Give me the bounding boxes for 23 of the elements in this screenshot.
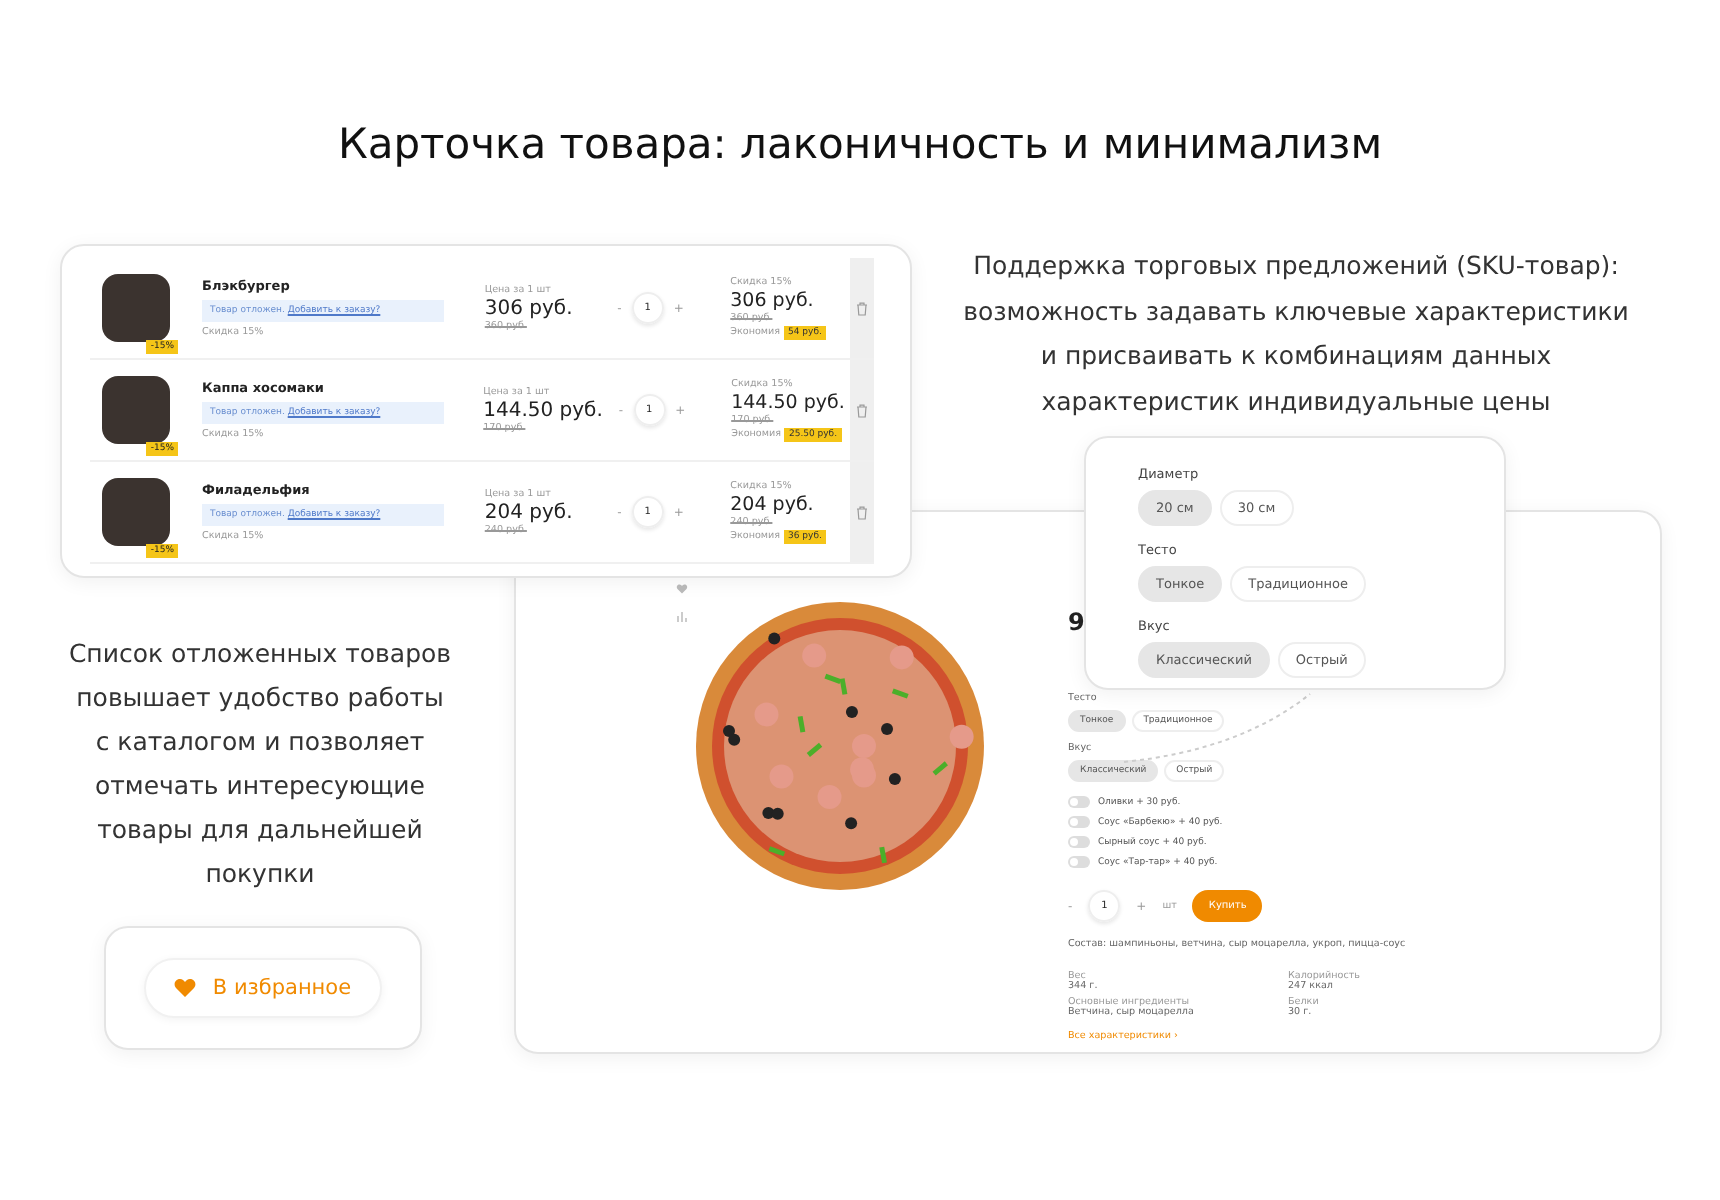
trash-icon[interactable] xyxy=(856,301,869,315)
unit-price: 144.50 руб. xyxy=(483,399,603,421)
trash-icon[interactable] xyxy=(856,403,869,417)
toggle-switch[interactable] xyxy=(1068,816,1090,828)
toggle-switch[interactable] xyxy=(1068,796,1090,808)
wishlist-description: Список отложенных товаров повышает удобство работы с каталогом и позволяет отмечать интересующие товары для дальнейшей покупки xyxy=(66,636,454,892)
toggle-switch[interactable] xyxy=(1068,836,1090,848)
sku-description: Поддержка торговых предложений (SKU-товар): возможность задавать ключевые характеристики и присваивать к комбинациям данных характеристик индивидуальные цены xyxy=(961,248,1631,420)
trash-icon[interactable] xyxy=(856,505,869,519)
unit-price: 306 руб. xyxy=(484,297,575,319)
unit-price: 204 руб. xyxy=(484,501,575,523)
total-price: 204 руб. xyxy=(730,493,816,515)
photo-placeholder xyxy=(102,478,170,546)
page-title: Карточка товара: лаконичность и минимализм xyxy=(335,120,1385,168)
heart-icon xyxy=(174,978,197,998)
total-price: 306 руб. xyxy=(730,289,816,311)
compare-icon[interactable] xyxy=(676,612,688,622)
total-price: 144.50 руб. xyxy=(731,391,847,413)
heart-icon[interactable] xyxy=(676,584,688,594)
toggle-switch[interactable] xyxy=(1068,856,1090,868)
photo-placeholder xyxy=(102,274,170,342)
product-price: 9 xyxy=(1068,608,1085,636)
photo-placeholder xyxy=(102,376,170,444)
